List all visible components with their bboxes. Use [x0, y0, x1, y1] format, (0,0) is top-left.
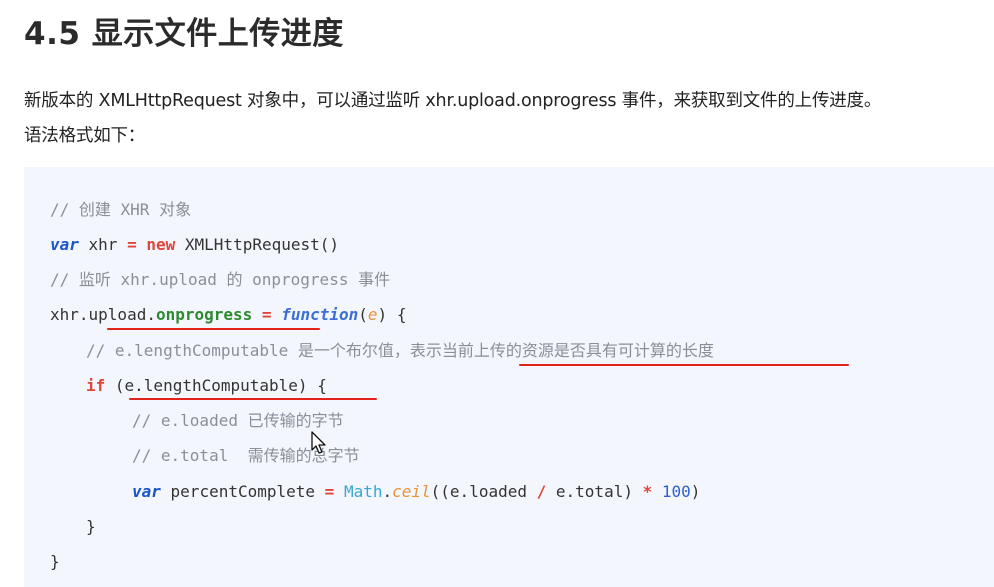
operator: * [642, 482, 653, 501]
syntax-label: 语法格式如下： [24, 126, 146, 146]
code-text: ) { [377, 305, 407, 324]
code-line-2: var xhr = new XMLHttpRequest() [50, 235, 339, 255]
code-line-4: xhr.upload.onprogress = function(e) { [50, 305, 406, 325]
code-line-9: var percentComplete = Math.ceil((e.loade… [132, 482, 700, 502]
code-text: e.total) [546, 482, 643, 501]
code-line-11: } [50, 552, 60, 571]
operator: = [324, 482, 335, 501]
parameter: e [367, 305, 378, 324]
code-text: (e.lengthComputable) { [105, 376, 327, 395]
operator: = [252, 305, 282, 324]
code-line-1: // 创建 XHR 对象 [50, 200, 192, 219]
code-text: XMLHttpRequest() [175, 235, 340, 254]
section-title: 4.5 显示文件上传进度 [24, 16, 344, 52]
code-line-3: // 监听 xhr.upload 的 onprogress 事件 [50, 270, 391, 289]
annotation-underline [107, 328, 320, 330]
keyword: new [146, 235, 176, 254]
method: ceil [392, 482, 431, 501]
keyword: var [50, 235, 79, 254]
code-text: xhr.upload. [50, 305, 156, 324]
operator: / [536, 482, 547, 501]
annotation-underline [519, 364, 849, 366]
code-line-5: // e.lengthComputable 是一个布尔值，表示当前上传的资源是否… [86, 341, 714, 360]
code-block: // 创建 XHR 对象 var xhr = new XMLHttpReques… [24, 167, 994, 587]
keyword: if [86, 376, 106, 395]
code-text: percentComplete [160, 482, 325, 501]
annotation-underline [129, 398, 377, 400]
mouse-cursor-icon [311, 431, 326, 454]
code-line-7: // e.loaded 已传输的字节 [132, 411, 344, 430]
code-text: ) [690, 482, 701, 501]
keyword: function [281, 305, 359, 324]
code-text: ( [358, 305, 368, 324]
code-text: ((e.loaded [430, 482, 537, 501]
code-line-10: } [86, 517, 96, 536]
operator: = [127, 235, 137, 254]
object: Math [343, 482, 383, 501]
property: onprogress [155, 305, 253, 324]
keyword: var [132, 482, 161, 501]
code-line-6: if (e.lengthComputable) { [86, 376, 327, 396]
code-text: xhr [78, 235, 128, 254]
code-text: . [382, 482, 393, 501]
intro-paragraph: 新版本的 XMLHttpRequest 对象中，可以通过监听 xhr.uploa… [24, 91, 882, 111]
number: 100 [661, 482, 691, 501]
